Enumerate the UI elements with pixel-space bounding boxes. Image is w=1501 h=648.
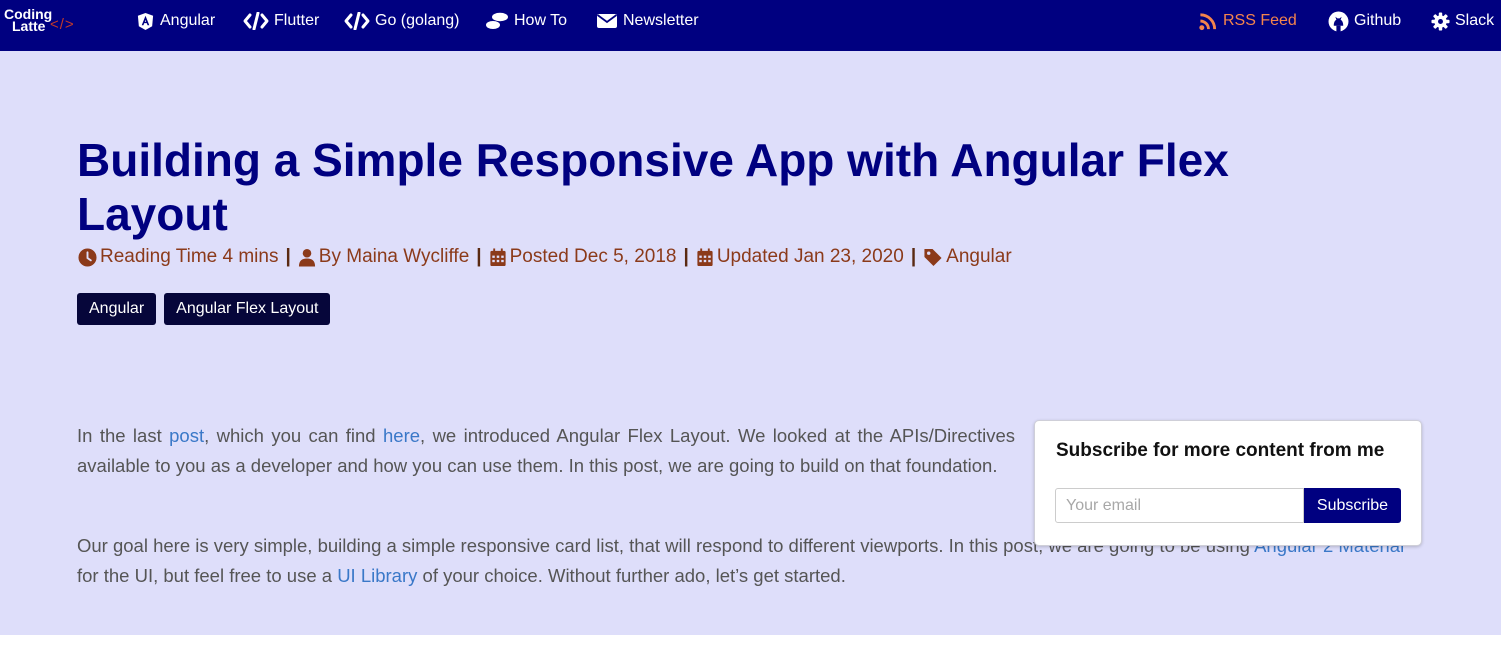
shoe-prints-icon [486,12,508,29]
calendar-icon [490,247,506,266]
category-link[interactable]: Angular [946,246,1012,268]
paragraph-text: of your choice. Without further ado, let… [417,565,846,586]
gear-icon [1431,11,1450,31]
calendar-icon [697,247,713,266]
site-logo[interactable]: Coding Latte </> [4,3,82,39]
post-link[interactable]: post [169,425,204,446]
meta-separator: | [476,246,482,267]
top-navbar: Coding Latte </> Angular Flutter Go (gol… [0,0,1501,51]
article-meta: Reading Time 4 mins | By Maina Wycliffe … [78,245,1012,269]
here-link[interactable]: here [383,425,420,446]
nav-item-slack[interactable]: Slack [1431,11,1494,31]
nav-item-go[interactable]: Go (golang) [344,11,460,31]
code-icon [344,12,370,30]
email-field[interactable] [1055,488,1304,523]
nav-item-github[interactable]: Github [1328,11,1402,32]
paragraph-text: In the last [77,425,170,446]
tag-icon [924,248,942,266]
nav-item-label: Angular [160,12,216,29]
reading-time: Reading Time 4 mins [100,246,279,267]
posted-date: Posted Dec 5, 2018 [509,246,677,267]
logo-text-line2: Latte [12,18,46,34]
meta-separator: | [285,246,291,267]
logo-code-tag: </> [50,16,75,33]
nav-item-label: Go (golang) [375,12,460,29]
nav-item-label: Newsletter [623,12,699,29]
nav-item-flutter[interactable]: Flutter [243,11,319,31]
rss-icon [1199,12,1217,30]
nav-item-angular[interactable]: Angular [136,11,215,31]
author: By Maina Wycliffe [318,246,470,267]
nav-item-label: Slack [1455,12,1495,29]
tag-list: Angular Angular Flex Layout [77,293,338,325]
meta-separator: | [910,246,917,267]
ui-library-link[interactable]: UI Library [337,565,417,586]
nav-item-label: RSS Feed [1223,12,1297,29]
nav-item-newsletter[interactable]: Newsletter [596,11,699,31]
paragraph-text: , which you can find [204,425,383,446]
article-paragraph: In the last post, which you can find her… [77,421,1015,481]
angular-icon [137,12,154,30]
tag-angular-flex-layout[interactable]: Angular Flex Layout [164,293,331,325]
tag-angular[interactable]: Angular [77,293,157,325]
nav-item-how-to[interactable]: How To [485,11,567,31]
nav-item-label: How To [514,12,568,29]
subscribe-widget: Subscribe for more content from me Subsc… [1034,420,1422,546]
page-title: Building a Simple Responsive App with An… [77,134,1229,240]
updated-date: Updated Jan 23, 2020 [716,246,904,267]
user-icon [298,248,315,267]
subscribe-button[interactable]: Subscribe [1304,488,1401,523]
code-icon [243,12,269,30]
clock-icon [78,247,97,267]
paragraph-text: for the UI, but feel free to use a [77,565,338,586]
subscribe-title: Subscribe for more content from me [1056,440,1385,461]
github-icon [1328,11,1349,32]
nav-item-label: Github [1354,12,1402,29]
nav-item-label: Flutter [274,12,320,29]
meta-separator: | [683,246,689,267]
envelope-icon [596,14,618,28]
nav-item-rss-feed[interactable]: RSS Feed [1198,11,1297,31]
